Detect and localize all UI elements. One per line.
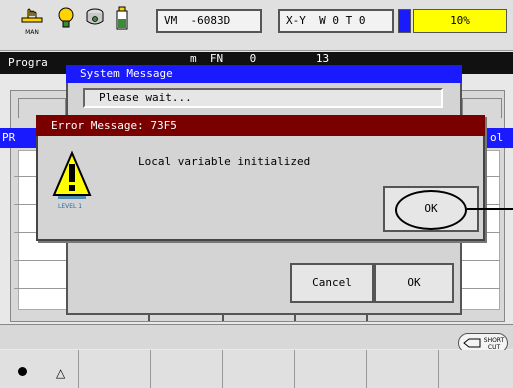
system-status-text: Please wait... [83,88,443,108]
system-ok-button[interactable]: OK [374,263,454,303]
bottle-button[interactable] [108,6,136,40]
function-key-1[interactable] [0,350,78,388]
status-indicator [398,9,411,33]
triangle-icon: △ [56,366,66,380]
function-key-2[interactable] [78,350,150,388]
mode-field: VM -6083D [156,9,262,33]
separator-tick [366,313,368,321]
hand-caption: MAN [25,29,39,36]
background-row-label-left: PR [2,131,16,144]
xy-field: X-Y W 0 T 0 [278,9,394,33]
bottle-icon [116,6,128,30]
system-message-title: System Message [66,65,462,83]
system-dialog-separator [78,313,458,315]
error-ok-button[interactable]: OK [383,186,479,232]
warning-level-label: LEVEL 1 [58,203,82,210]
warning-icon: LEVEL 1 [52,150,92,210]
drum-icon [86,8,104,25]
function-key-5[interactable] [294,350,366,388]
pendant-screen: MAN VM -6083D X-Y W 0 T 0 10% Progra m F… [0,0,513,388]
speed-override[interactable]: 10% [413,9,507,33]
light-button[interactable] [52,6,80,40]
lightbulb-icon [58,7,74,28]
error-message-text: Local variable initialized [138,155,311,168]
hand-mode-button[interactable]: MAN [18,6,46,40]
shortcut-icon [463,338,481,348]
background-row-label-right: ol [490,131,504,144]
background-bottom-strip [0,324,513,349]
function-key-6[interactable] [366,350,438,388]
drum-button[interactable] [81,6,109,40]
separator-tick [148,313,150,321]
program-header-values: m FN 0 13 [190,52,330,65]
separator-tick [222,313,224,321]
shortcut-label-1: SHORT [483,337,505,344]
ok-callout-line [467,208,513,210]
program-header-label: Progra [8,56,48,69]
warning-level-icon: LEVEL 1 [52,150,92,214]
record-dot-icon [18,367,27,376]
function-key-3[interactable] [150,350,222,388]
function-key-7[interactable] [438,350,513,388]
separator-tick [294,313,296,321]
cancel-button[interactable]: Cancel [290,263,374,303]
function-key-4[interactable] [222,350,294,388]
error-message-title: Error Message: 73F5 [36,115,485,136]
hand-icon [21,8,43,23]
